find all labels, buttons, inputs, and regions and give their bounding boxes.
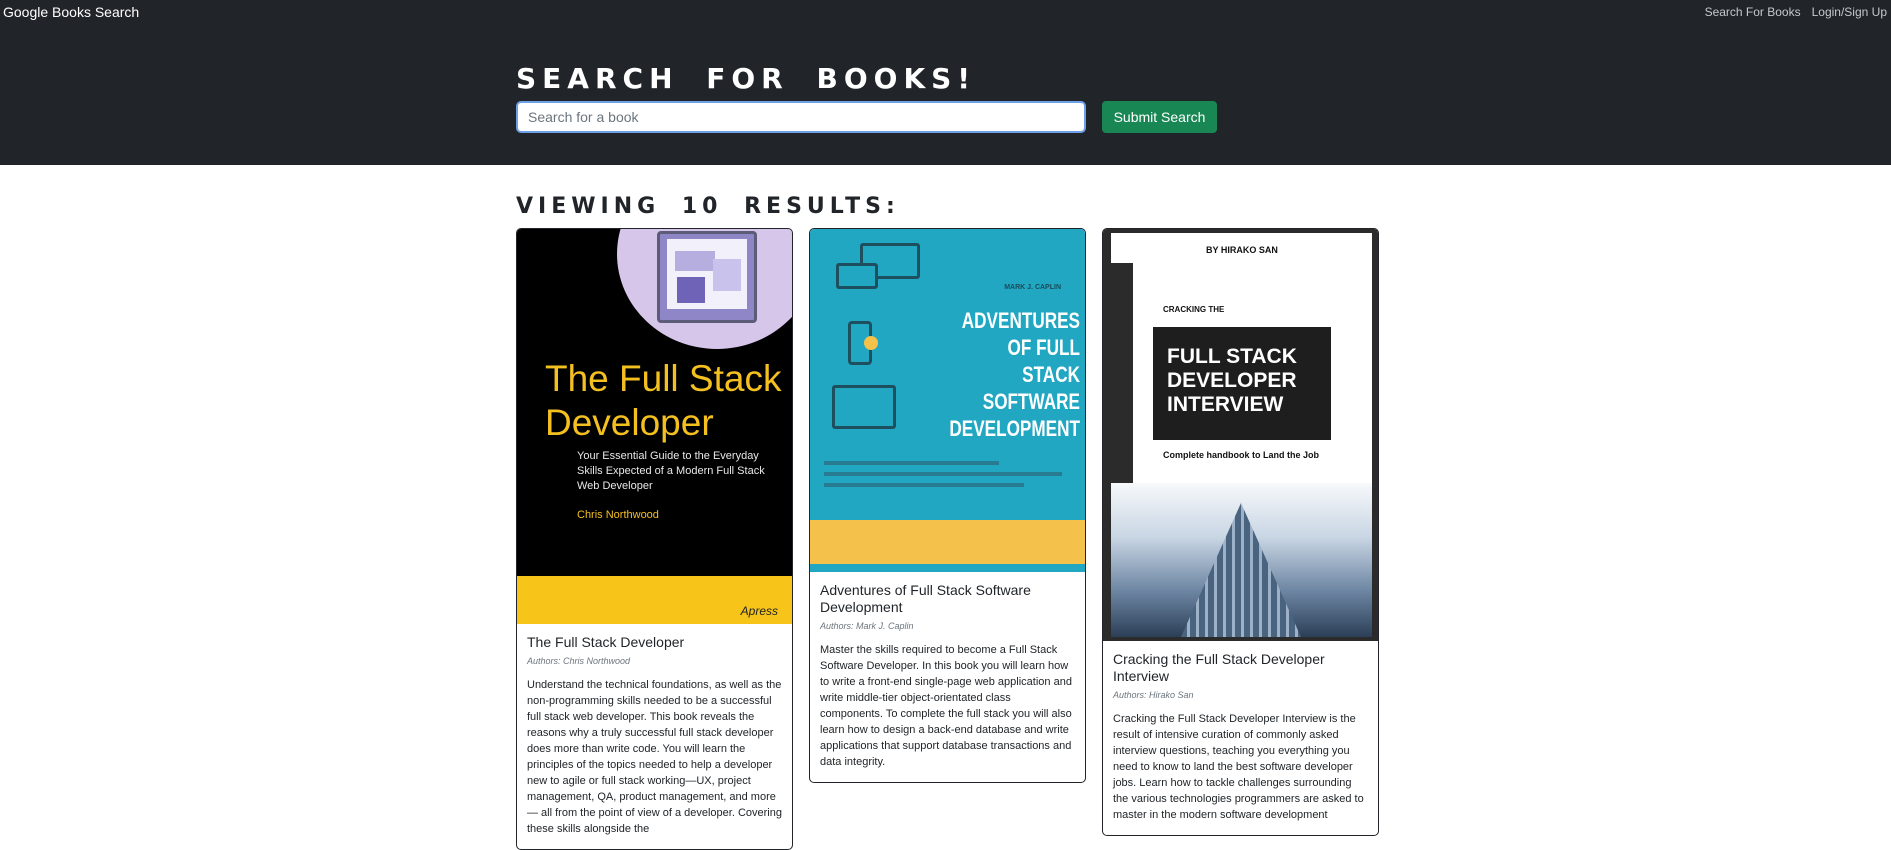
- book-description: Understand the technical foundations, as…: [527, 679, 782, 835]
- cover-author: BY HIRAKO SAN: [1206, 245, 1278, 255]
- book-cover-image: MARK J. CAPLIN ADVENTURES OF FULL STACK …: [810, 229, 1085, 572]
- book-title: Adventures of Full Stack Software Develo…: [820, 582, 1031, 615]
- nav-search-for-books[interactable]: Search For Books: [1705, 5, 1801, 19]
- book-card: BY HIRAKO SAN CRACKING THE FULL STACK DE…: [1102, 228, 1379, 836]
- card-body: The Full Stack Developer Authors: Chris …: [517, 624, 792, 849]
- cover-title: FULL STACK DEVELOPER INTERVIEW: [1167, 345, 1297, 416]
- cover-subtitle: Complete handbook to Land the Job: [1163, 450, 1319, 460]
- book-cover-image: The Full Stack Developer Your Essential …: [517, 229, 792, 624]
- page-title: Search for Books!: [516, 62, 977, 95]
- book-title: Cracking the Full Stack Developer Interv…: [1113, 651, 1325, 684]
- submit-search-button[interactable]: Submit Search: [1102, 101, 1217, 133]
- book-cover-image: BY HIRAKO SAN CRACKING THE FULL STACK DE…: [1103, 229, 1378, 641]
- cover-title: ADVENTURES OF FULL STACK SOFTWARE DEVELO…: [949, 308, 1080, 441]
- book-authors: Authors: Hirako San: [1113, 690, 1194, 700]
- nav-links: Search For Books Login/Sign Up: [1705, 5, 1887, 19]
- cover-title: The Full Stack Developer: [545, 358, 782, 443]
- search-hero: Search for Books! Submit Search: [0, 26, 1891, 165]
- cover-author: Chris Northwood: [577, 509, 659, 521]
- navbar: Google Books Search Search For Books Log…: [0, 0, 1891, 26]
- cover-author: MARK J. CAPLIN: [1004, 284, 1061, 291]
- cover-prefix: CRACKING THE: [1163, 305, 1225, 314]
- cover-subtitle: Your Essential Guide to the Everyday Ski…: [577, 450, 765, 492]
- search-input[interactable]: [516, 101, 1086, 133]
- book-authors: Authors: Mark J. Caplin: [820, 621, 914, 631]
- book-card: The Full Stack Developer Your Essential …: [516, 228, 793, 850]
- book-description: Master the skills required to become a F…: [820, 644, 1072, 768]
- brand-link[interactable]: Google Books Search: [3, 4, 139, 20]
- nav-login-signup[interactable]: Login/Sign Up: [1812, 5, 1887, 19]
- book-authors: Authors: Chris Northwood: [527, 656, 631, 666]
- results-heading: Viewing 10 results:: [516, 194, 900, 219]
- book-card: MARK J. CAPLIN ADVENTURES OF FULL STACK …: [809, 228, 1086, 783]
- cover-publisher: Apress: [740, 604, 778, 618]
- card-body: Adventures of Full Stack Software Develo…: [810, 572, 1085, 782]
- book-title: The Full Stack Developer: [527, 634, 685, 650]
- card-body: Cracking the Full Stack Developer Interv…: [1103, 641, 1378, 835]
- book-description: Cracking the Full Stack Developer Interv…: [1113, 713, 1364, 821]
